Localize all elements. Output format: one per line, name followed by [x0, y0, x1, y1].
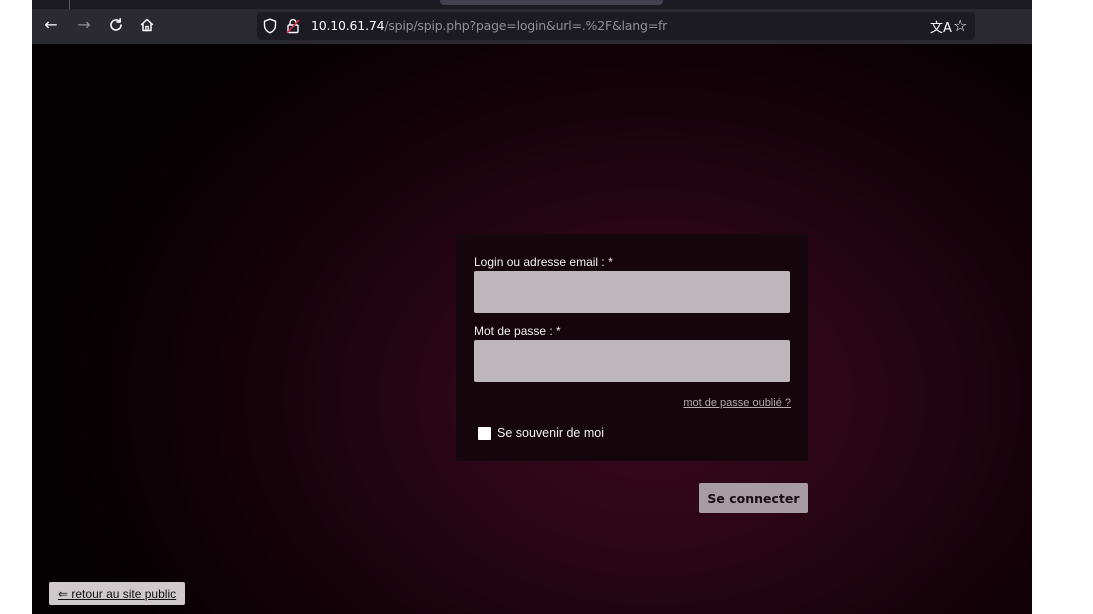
remember-me-label[interactable]: Se souvenir de moi: [497, 426, 604, 440]
login-form: Login ou adresse email : * Mot de passe …: [456, 234, 808, 461]
active-tab[interactable]: [440, 0, 663, 5]
url-text[interactable]: 10.10.61.74/spip/spip.php?page=login&url…: [311, 12, 667, 40]
back-arrow-icon[interactable]: ←: [40, 14, 62, 36]
remember-me-checkbox[interactable]: [478, 426, 491, 440]
translate-icon[interactable]: 文A: [930, 17, 952, 36]
tab-divider: [69, 0, 70, 9]
login-submit-button[interactable]: Se connecter: [699, 483, 808, 513]
address-bar[interactable]: 10.10.61.74/spip/spip.php?page=login&url…: [257, 12, 975, 40]
reload-icon[interactable]: [105, 14, 127, 36]
remember-me-row[interactable]: Se souvenir de moi: [478, 426, 604, 440]
home-icon[interactable]: [136, 14, 158, 36]
login-page: Login ou adresse email : * Mot de passe …: [32, 44, 1032, 614]
bookmark-star-icon[interactable]: ☆: [953, 16, 967, 35]
forward-arrow-icon[interactable]: →: [73, 14, 95, 36]
login-input[interactable]: [474, 271, 790, 313]
browser-toolbar: ← → 10.10.61.74/spip/spip.php?page=login…: [32, 0, 1032, 44]
url-path: /spip/spip.php?page=login&url=.%2F&lang=…: [384, 18, 668, 33]
back-to-public-site-link[interactable]: ⇐ retour au site public: [49, 582, 186, 605]
insecure-lock-icon[interactable]: [286, 18, 300, 39]
url-host: 10.10.61.74: [311, 18, 385, 33]
login-label: Login ou adresse email : *: [474, 255, 613, 269]
password-label: Mot de passe : *: [474, 324, 561, 338]
forgot-password-link[interactable]: mot de passe oublié ?: [683, 397, 791, 409]
password-input[interactable]: [474, 340, 790, 382]
shield-icon[interactable]: [263, 18, 277, 39]
browser-window: ← → 10.10.61.74/spip/spip.php?page=login…: [32, 0, 1032, 614]
